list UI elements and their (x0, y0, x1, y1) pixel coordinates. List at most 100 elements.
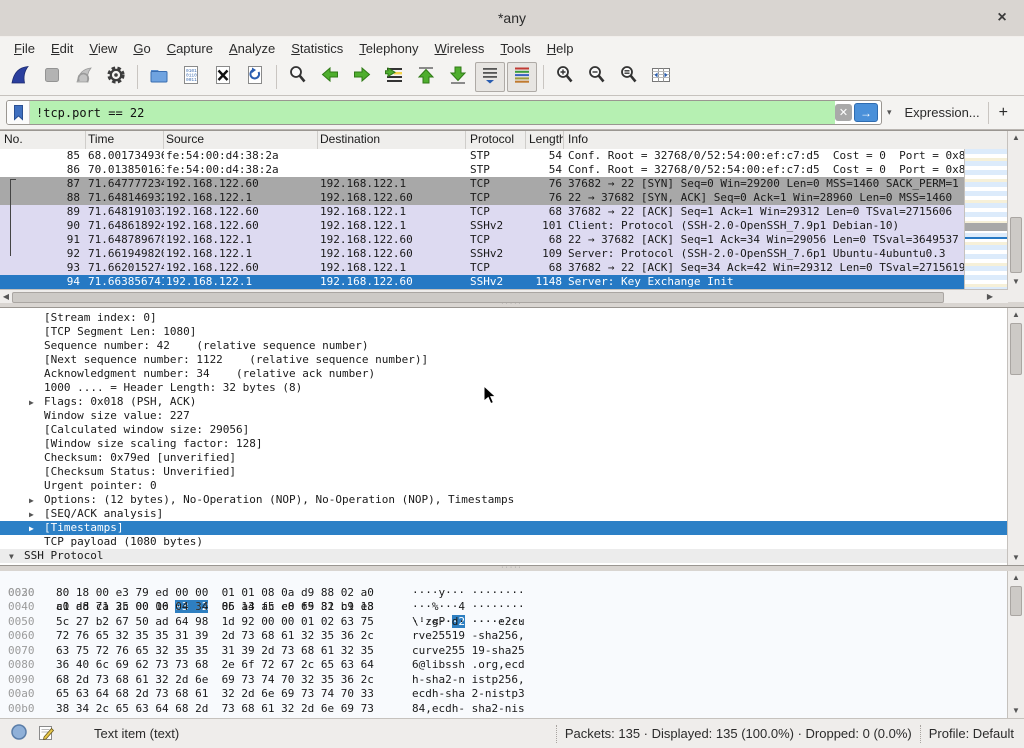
detail-line[interactable]: Urgent pointer: 0 (0, 479, 1008, 493)
menu-help[interactable]: Help (539, 40, 582, 57)
go-last-packet-button[interactable] (443, 62, 473, 92)
menu-capture[interactable]: Capture (159, 40, 221, 57)
col-time[interactable]: Time (86, 131, 164, 149)
col-length[interactable]: Length (526, 131, 564, 149)
save-file-button[interactable]: 010101100011 (176, 62, 206, 92)
detail-line[interactable]: Sequence number: 42 (relative sequence n… (0, 339, 1008, 353)
close-file-button[interactable] (208, 62, 238, 92)
menu-statistics[interactable]: Statistics (283, 40, 351, 57)
menu-go[interactable]: Go (125, 40, 158, 57)
colorize-packets-button[interactable] (507, 62, 537, 92)
go-to-packet-button[interactable] (379, 62, 409, 92)
filter-history-dropdown-icon[interactable]: ▾ (882, 107, 897, 118)
zoom-reset-button[interactable] (614, 62, 644, 92)
hex-row-0020[interactable]: 0020 c0 a8 7a 3c 00 16 93 32 85 a3 ac c0… (0, 571, 1024, 586)
filter-clear-icon[interactable]: ✕ (835, 104, 852, 121)
detail-line[interactable]: [Stream index: 0] (0, 311, 1008, 325)
col-source[interactable]: Source (164, 131, 318, 149)
packet-row-90[interactable]: 9071.648618924192.168.122.60192.168.122.… (0, 219, 964, 233)
scroll-thumb[interactable] (12, 292, 944, 303)
detail-line-seqack[interactable]: ▶[SEQ/ACK analysis] (0, 507, 1008, 521)
detail-line[interactable]: Window size value: 227 (0, 409, 1008, 423)
packet-row-93[interactable]: 9371.662015274192.168.122.60192.168.122.… (0, 261, 964, 275)
go-forward-button[interactable] (347, 62, 377, 92)
packet-row-94-selected[interactable]: 9471.663856741192.168.122.1192.168.122.6… (0, 275, 964, 289)
scroll-left-icon[interactable]: ◀ (0, 290, 12, 303)
close-icon[interactable]: × (992, 8, 1012, 28)
packet-row-92[interactable]: 9271.661949820192.168.122.1192.168.122.6… (0, 247, 964, 261)
menu-edit[interactable]: Edit (43, 40, 81, 57)
hex-row-0070[interactable]: 007063 75 72 76 65 32 35 35 31 39 2d 73 … (0, 644, 1024, 659)
detail-line-options[interactable]: ▶Options: (12 bytes), No-Operation (NOP)… (0, 493, 1008, 507)
go-back-button[interactable] (315, 62, 345, 92)
packet-row-91[interactable]: 9171.648789678192.168.122.1192.168.122.6… (0, 233, 964, 247)
capture-options-button[interactable] (101, 62, 131, 92)
bytes-vscrollbar[interactable]: ▲ ▼ (1007, 571, 1024, 718)
expression-button[interactable]: Expression... (897, 105, 988, 120)
details-vscrollbar[interactable]: ▲ ▼ (1007, 308, 1024, 565)
packet-list-vscrollbar[interactable]: ▲ ▼ (1007, 131, 1024, 289)
scroll-thumb[interactable] (1010, 323, 1022, 375)
detail-line[interactable]: Checksum: 0x79ed [unverified] (0, 451, 1008, 465)
add-filter-button[interactable]: + (989, 104, 1018, 122)
scroll-up-icon[interactable]: ▲ (1008, 308, 1024, 322)
col-destination[interactable]: Destination (318, 131, 466, 149)
packet-row-88[interactable]: 8871.648146932192.168.122.1192.168.122.6… (0, 191, 964, 205)
col-info[interactable]: Info (564, 131, 1008, 149)
scroll-up-icon[interactable]: ▲ (1008, 131, 1024, 145)
packet-row-87[interactable]: 8771.647777234192.168.122.60192.168.122.… (0, 177, 964, 191)
scroll-thumb[interactable] (1010, 217, 1022, 273)
packet-minimap[interactable] (964, 149, 1009, 289)
detail-line[interactable]: [TCP Segment Len: 1080] (0, 325, 1008, 339)
packet-list-hscrollbar[interactable]: ◀ ▶ (0, 289, 1008, 303)
menu-view[interactable]: View (81, 40, 125, 57)
hex-row-0030[interactable]: 003080 18 00 e3 79 ed 00 00 01 01 08 0a … (0, 586, 1024, 601)
menu-telephony[interactable]: Telephony (351, 40, 426, 57)
scroll-down-icon[interactable]: ▼ (1008, 275, 1024, 289)
menu-wireless[interactable]: Wireless (427, 40, 493, 57)
go-first-packet-button[interactable] (411, 62, 441, 92)
detail-line[interactable]: TCP payload (1080 bytes) (0, 535, 1008, 549)
packet-row-86[interactable]: 8670.013850163fe:54:00:d4:38:2aSTP54Conf… (0, 163, 964, 177)
hex-row-00b0[interactable]: 00b038 34 2c 65 63 64 68 2d 73 68 61 32 … (0, 702, 1024, 717)
packet-row-89[interactable]: 8971.648191037192.168.122.60192.168.122.… (0, 205, 964, 219)
stop-capture-button[interactable] (37, 62, 67, 92)
detail-line-timestamps-selected[interactable]: ▶[Timestamps] (0, 521, 1008, 535)
find-packet-button[interactable] (283, 62, 313, 92)
detail-line-flags[interactable]: ▶Flags: 0x018 (PSH, ACK) (0, 395, 1008, 409)
restart-capture-button[interactable] (69, 62, 99, 92)
zoom-in-button[interactable] (550, 62, 580, 92)
scroll-down-icon[interactable]: ▼ (1008, 551, 1024, 565)
reload-file-button[interactable] (240, 62, 270, 92)
detail-line[interactable]: [Calculated window size: 29056] (0, 423, 1008, 437)
detail-line[interactable]: [Window size scaling factor: 128] (0, 437, 1008, 451)
filter-bookmark-button[interactable] (7, 101, 30, 124)
packet-row-85[interactable]: 8568.001734936fe:54:00:d4:38:2aSTP54Conf… (0, 149, 964, 163)
filter-apply-icon[interactable]: → (854, 103, 878, 122)
detail-line-ssh-version[interactable]: ▶SSH Version 2 (encryption:chacha20-poly… (0, 563, 1008, 566)
hex-row-0040[interactable]: 0040a1 dd c1 25 00 00 04 34 06 14 f5 e8 … (0, 600, 1024, 615)
profile-label[interactable]: Profile: Default (929, 726, 1014, 741)
start-capture-button[interactable] (5, 62, 35, 92)
zoom-out-button[interactable] (582, 62, 612, 92)
hex-row-0060[interactable]: 006072 76 65 32 35 35 31 39 2d 73 68 61 … (0, 629, 1024, 644)
scroll-up-icon[interactable]: ▲ (1008, 571, 1024, 585)
scroll-right-icon[interactable]: ▶ (984, 290, 996, 303)
open-file-button[interactable] (144, 62, 174, 92)
detail-line[interactable]: 1000 .... = Header Length: 32 bytes (8) (0, 381, 1008, 395)
detail-line[interactable]: Acknowledgment number: 34 (relative ack … (0, 367, 1008, 381)
auto-scroll-button[interactable] (475, 62, 505, 92)
hex-row-00a0[interactable]: 00a065 63 64 68 2d 73 68 61 32 2d 6e 69 … (0, 687, 1024, 702)
col-no[interactable]: No. (0, 131, 86, 149)
detail-line[interactable]: [Next sequence number: 1122 (relative se… (0, 353, 1008, 367)
hex-row-0090[interactable]: 009068 2d 73 68 61 32 2d 6e 69 73 74 70 … (0, 673, 1024, 688)
menu-file[interactable]: File (6, 40, 43, 57)
detail-line-ssh-protocol[interactable]: ▼SSH Protocol (0, 549, 1008, 563)
scroll-down-icon[interactable]: ▼ (1008, 704, 1024, 718)
hex-row-0050[interactable]: 00505c 27 b2 67 50 ad 64 98 1d 92 00 00 … (0, 615, 1024, 630)
hex-row-0080[interactable]: 008036 40 6c 69 62 73 73 68 2e 6f 72 67 … (0, 658, 1024, 673)
display-filter-input[interactable] (30, 101, 835, 124)
scroll-thumb[interactable] (1010, 586, 1022, 616)
menu-analyze[interactable]: Analyze (221, 40, 283, 57)
menu-tools[interactable]: Tools (492, 40, 538, 57)
